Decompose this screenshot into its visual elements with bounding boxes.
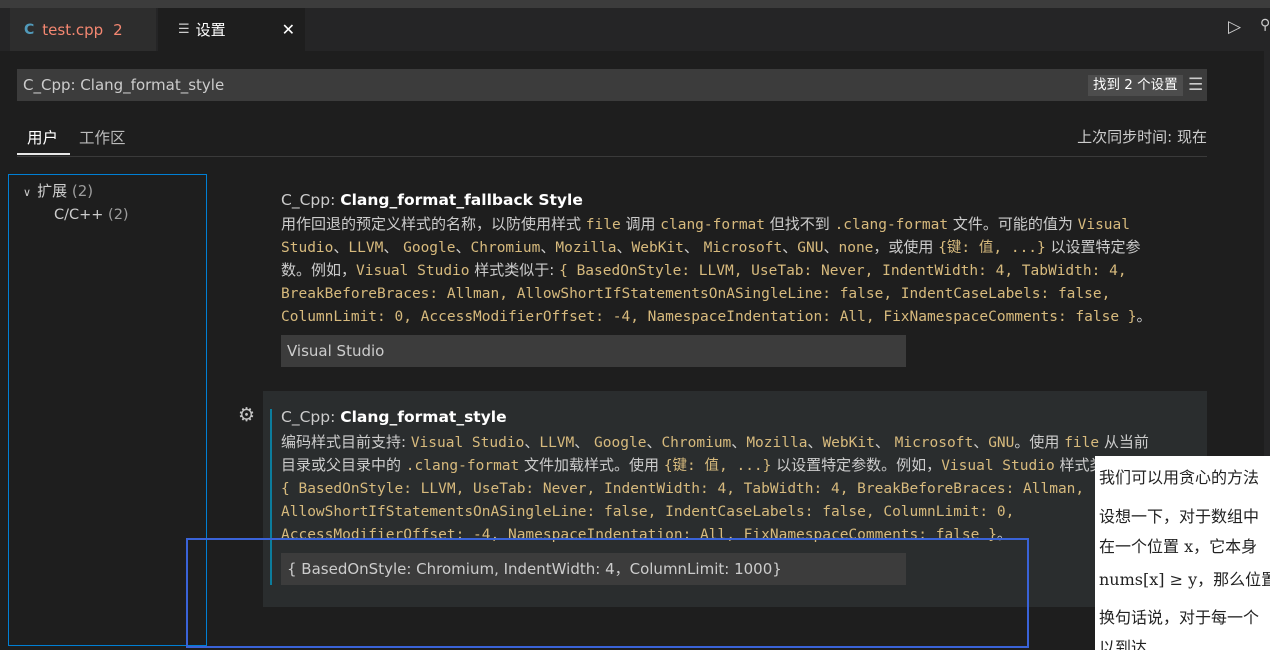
results-count-badge: 找到 2 个设置 (1088, 75, 1183, 96)
active-tab-indicator (17, 153, 70, 155)
overlay-line: nums[x] ≥ y，那么位置 (1099, 570, 1270, 589)
close-icon[interactable]: ✕ (282, 20, 295, 39)
fallback-style-input[interactable]: Visual Studio (281, 335, 906, 367)
problems-badge: 2 (113, 20, 123, 39)
desc-line: BreakBeforeBraces: Allman, AllowShortIfS… (281, 286, 1111, 302)
desc-line: 目录或父目录中的 .clang-format 文件加载样式。使用 {键: 值, … (281, 456, 1140, 474)
toc-item-extensions[interactable]: ∨ 扩展 (2) (23, 180, 93, 201)
tab-settings[interactable]: ☰ 设置 ✕ (158, 8, 305, 51)
desc-line: Studio、LLVM、 Google、Chromium、Mozilla、Web… (281, 238, 1141, 256)
desc-line: 用作回退的预定义样式的名称，以防使用样式 file 调用 clang-forma… (281, 215, 1130, 233)
title-strip (0, 0, 1270, 8)
desc-line: { BasedOnStyle: LLVM, UseTab: Never, Ind… (281, 481, 1085, 497)
gear-icon[interactable]: ⚙ (238, 404, 255, 426)
settings-toc: ∨ 扩展 (2) C/C++ (2) (8, 174, 207, 646)
overlay-line: 在一个位置 x，它本身 (1099, 537, 1258, 556)
sync-status: 上次同步时间: 现在 (1077, 128, 1207, 146)
desc-line: AllowShortIfStatementsOnASingleLine: fal… (281, 504, 1015, 520)
setting-title: C_Cpp: Clang_format_fallback Style (281, 191, 583, 209)
desc-line: 编码样式目前支持: Visual Studio、LLVM、 Google、Chr… (281, 433, 1149, 451)
overlay-line: 以到达 (1099, 638, 1148, 650)
toc-item-cpp[interactable]: C/C++ (2) (54, 207, 129, 223)
overlay-document-window: 我们可以用贪心的方法 设想一下，对于数组中 在一个位置 x，它本身 nums[x… (1095, 456, 1270, 650)
search-value[interactable]: C_Cpp: Clang_format_style (23, 76, 224, 94)
tab-label: 设置 (195, 21, 226, 39)
scope-tabs: 用户 工作区 上次同步时间: 现在 (17, 118, 1207, 157)
tab-user[interactable]: 用户 (27, 126, 58, 148)
chevron-down-icon: ∨ (23, 186, 32, 199)
run-icon[interactable]: ▷ (1228, 17, 1241, 37)
setting-clang-format-fallback-style: C_Cpp: Clang_format_fallback Style 用作回退的… (263, 190, 1207, 390)
filter-icon[interactable]: ☰ (1188, 75, 1203, 95)
overlay-line: 设想一下，对于数组中 (1099, 507, 1260, 526)
tab-label: test.cpp (42, 20, 104, 39)
desc-line: ColumnLimit: 0, AccessModifierOffset: -4… (281, 307, 1152, 325)
desc-line: 数。例如，Visual Studio 样式类似于: { BasedOnStyle… (281, 261, 1127, 279)
more-actions-icon[interactable]: ⚲ (1260, 17, 1270, 33)
tab-test-cpp[interactable]: C test.cpp 2 (10, 8, 156, 51)
setting-description: 用作回退的预定义样式的名称，以防使用样式 file 调用 clang-forma… (281, 213, 1186, 328)
settings-doc-icon: ☰ (178, 22, 190, 37)
overlay-line: 换句话说，对于每一个 (1099, 608, 1260, 627)
tab-workspace[interactable]: 工作区 (79, 126, 126, 148)
cpp-file-icon: C (24, 21, 35, 38)
editor-tab-bar: C test.cpp 2 ☰ 设置 ✕ (0, 8, 1270, 51)
setting-title: C_Cpp: Clang_format_style (281, 408, 507, 426)
annotation-highlight-box (186, 538, 1029, 648)
settings-search-input[interactable]: C_Cpp: Clang_format_style 找到 2 个设置 ☰ (17, 69, 1207, 101)
overlay-line: 我们可以用贪心的方法 (1099, 468, 1260, 487)
setting-description: 编码样式目前支持: Visual Studio、LLVM、 Google、Chr… (281, 431, 1186, 546)
